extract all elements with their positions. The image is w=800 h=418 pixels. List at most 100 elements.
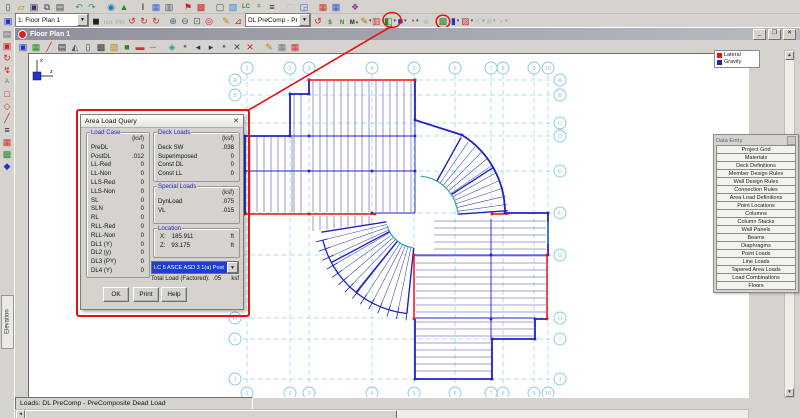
horizontal-scrollbar[interactable]: ◄: [15, 409, 749, 418]
help-mode-icon[interactable]: ◈: [166, 41, 178, 52]
view-3d-icon[interactable]: ◼: [90, 16, 102, 27]
redraw-pencil-icon[interactable]: ✎: [220, 16, 232, 27]
print-button[interactable]: Print: [133, 287, 159, 302]
copy-layout-icon[interactable]: ▯: [82, 41, 94, 52]
loads-diagram-icon[interactable]: ⊿: [232, 16, 244, 27]
panel-close-icon[interactable]: [787, 136, 796, 145]
field-row: LL-Non0: [87, 170, 149, 179]
field-row: PostDL.012: [87, 153, 149, 162]
load-case-combo[interactable]: DL PreComp - Pr ▼: [245, 13, 311, 27]
scrollbar-thumb[interactable]: [25, 410, 397, 418]
dark-grid-icon[interactable]: ▩: [95, 41, 107, 52]
field-row: SLN0: [87, 205, 149, 214]
restore-button[interactable]: ❐: [768, 29, 781, 40]
select-icon[interactable]: ▣: [17, 41, 29, 52]
field-row: VL.015: [154, 207, 239, 216]
refresh-icon[interactable]: ↺: [312, 16, 324, 27]
red-grid-tool-icon[interactable]: ▦: [0, 136, 14, 147]
delete-red-icon[interactable]: ✕: [244, 41, 256, 52]
list-icon[interactable]: ≡: [266, 1, 278, 12]
svg-text:B: B: [233, 93, 237, 99]
field-row: DynLoad.075: [154, 198, 239, 207]
redgreen-dd-icon[interactable]: ▨▾: [461, 16, 473, 27]
red-box-icon[interactable]: ▣: [0, 40, 14, 51]
close-button[interactable]: ✕: [783, 29, 796, 40]
red-rect-icon[interactable]: □: [0, 88, 14, 99]
print-preview-icon[interactable]: ◲: [298, 1, 310, 12]
next-story-icon[interactable]: ▸: [205, 41, 217, 52]
minimize-button[interactable]: _: [753, 29, 766, 40]
load-combination-combo[interactable]: LC 5 ASCE ASD 3 1(a) Post ▼: [151, 261, 239, 274]
rotate-left-icon[interactable]: ↺: [126, 16, 138, 27]
svg-text:A: A: [558, 78, 562, 84]
legend-swatch: [717, 53, 722, 58]
print-icon[interactable]: ▤: [54, 1, 66, 12]
elevation-tab[interactable]: Elevation: [1, 295, 14, 349]
hatch-grid-icon[interactable]: ▨: [108, 41, 120, 52]
clock-dd-icon[interactable]: ◔▾: [408, 16, 420, 27]
delete-icon[interactable]: ✕: [231, 41, 243, 52]
field-row: RLL-Red0: [87, 223, 149, 232]
red-square-dd-icon[interactable]: ▥▾: [372, 16, 384, 27]
red-polygon-icon[interactable]: ◇: [0, 100, 14, 111]
list-tool-icon[interactable]: ≡: [0, 124, 14, 135]
rotate-right-icon[interactable]: ↻: [138, 16, 150, 27]
gray-square-dd-icon: ■▾: [485, 16, 497, 27]
green-grid-tool-icon[interactable]: ▩: [0, 148, 14, 159]
wall-icon[interactable]: ▬: [134, 41, 146, 52]
chevron-down-icon[interactable]: ▼: [77, 14, 88, 26]
red-line-icon[interactable]: ╱: [0, 112, 14, 123]
scroll-up-icon[interactable]: ▲: [785, 51, 794, 60]
save-icon[interactable]: ▣: [28, 1, 40, 12]
ok-button[interactable]: OK: [103, 287, 129, 302]
undo-icon[interactable]: ↶: [73, 1, 85, 12]
scroll-down-icon[interactable]: ▼: [785, 388, 794, 397]
zoom-out-icon[interactable]: ⊖: [179, 16, 191, 27]
equals-icon[interactable]: =: [253, 1, 265, 12]
pen-dd-icon[interactable]: ✎▾: [360, 16, 372, 27]
frame-icon[interactable]: A: [0, 76, 14, 87]
edit-pencil-icon[interactable]: ✎: [263, 41, 275, 52]
snap-icon[interactable]: ◭: [69, 41, 81, 52]
svg-text:D: D: [558, 134, 562, 140]
green-fill-dd-icon[interactable]: ◧▾: [384, 16, 396, 27]
area-load-query-icon[interactable]: ▩: [437, 16, 449, 27]
svg-text:3: 3: [307, 391, 310, 397]
blank-page-icon: ▢: [285, 1, 297, 12]
rotate-red-icon[interactable]: ↻: [0, 52, 14, 63]
data-entry-floors[interactable]: Floors: [716, 281, 796, 290]
polyline-icon[interactable]: ↯: [0, 64, 14, 75]
red-grid-icon[interactable]: ▦: [289, 41, 301, 52]
window-view-icon[interactable]: ▣: [2, 16, 14, 27]
svg-text:4: 4: [370, 391, 373, 397]
white-table-icon[interactable]: ▦: [276, 41, 288, 52]
help-button[interactable]: Help: [161, 287, 187, 302]
grid-generate-icon[interactable]: ▦: [30, 41, 42, 52]
field-row: DL1 (Y)0: [87, 241, 149, 250]
deck-icon[interactable]: ■: [121, 41, 133, 52]
svg-text:6: 6: [453, 391, 456, 397]
svg-text:x: x: [40, 58, 43, 64]
dash-icon[interactable]: ─: [147, 41, 159, 52]
zoom-target-icon[interactable]: ◎: [203, 16, 215, 27]
chevron-down-icon[interactable]: ▼: [299, 14, 310, 26]
floor-plan-combo[interactable]: 1: Floor Plan 1 ▼: [15, 13, 89, 27]
draw-beam-icon[interactable]: ╱: [43, 41, 55, 52]
area-load-query-dialog: Area Load Query ✕ Load Case (ksf)PreDL0P…: [80, 114, 244, 310]
rotate-view-icon[interactable]: ↻: [150, 16, 162, 27]
blue-square-dd-icon[interactable]: ■▾: [396, 16, 408, 27]
first-story-icon[interactable]: «: [179, 41, 191, 52]
layout-grid-icon[interactable]: ▤: [56, 41, 68, 52]
zoom-window-icon[interactable]: ⊡: [191, 16, 203, 27]
fence-icon[interactable]: ▤: [0, 28, 14, 39]
blue-tool-icon[interactable]: ◆: [0, 160, 14, 171]
zoom-in-icon[interactable]: ⊕: [167, 16, 179, 27]
dialog-close-icon[interactable]: ✕: [233, 117, 239, 125]
last-story-icon[interactable]: »: [218, 41, 230, 52]
scroll-left-icon[interactable]: ◄: [16, 410, 25, 418]
prev-story-icon[interactable]: ◂: [192, 41, 204, 52]
copy-icon[interactable]: ⧉: [41, 1, 53, 12]
chevron-down-icon[interactable]: ▼: [227, 262, 238, 273]
column-bar-dd-icon[interactable]: ▮▾: [449, 16, 461, 27]
open-icon[interactable]: ▱: [15, 1, 27, 12]
